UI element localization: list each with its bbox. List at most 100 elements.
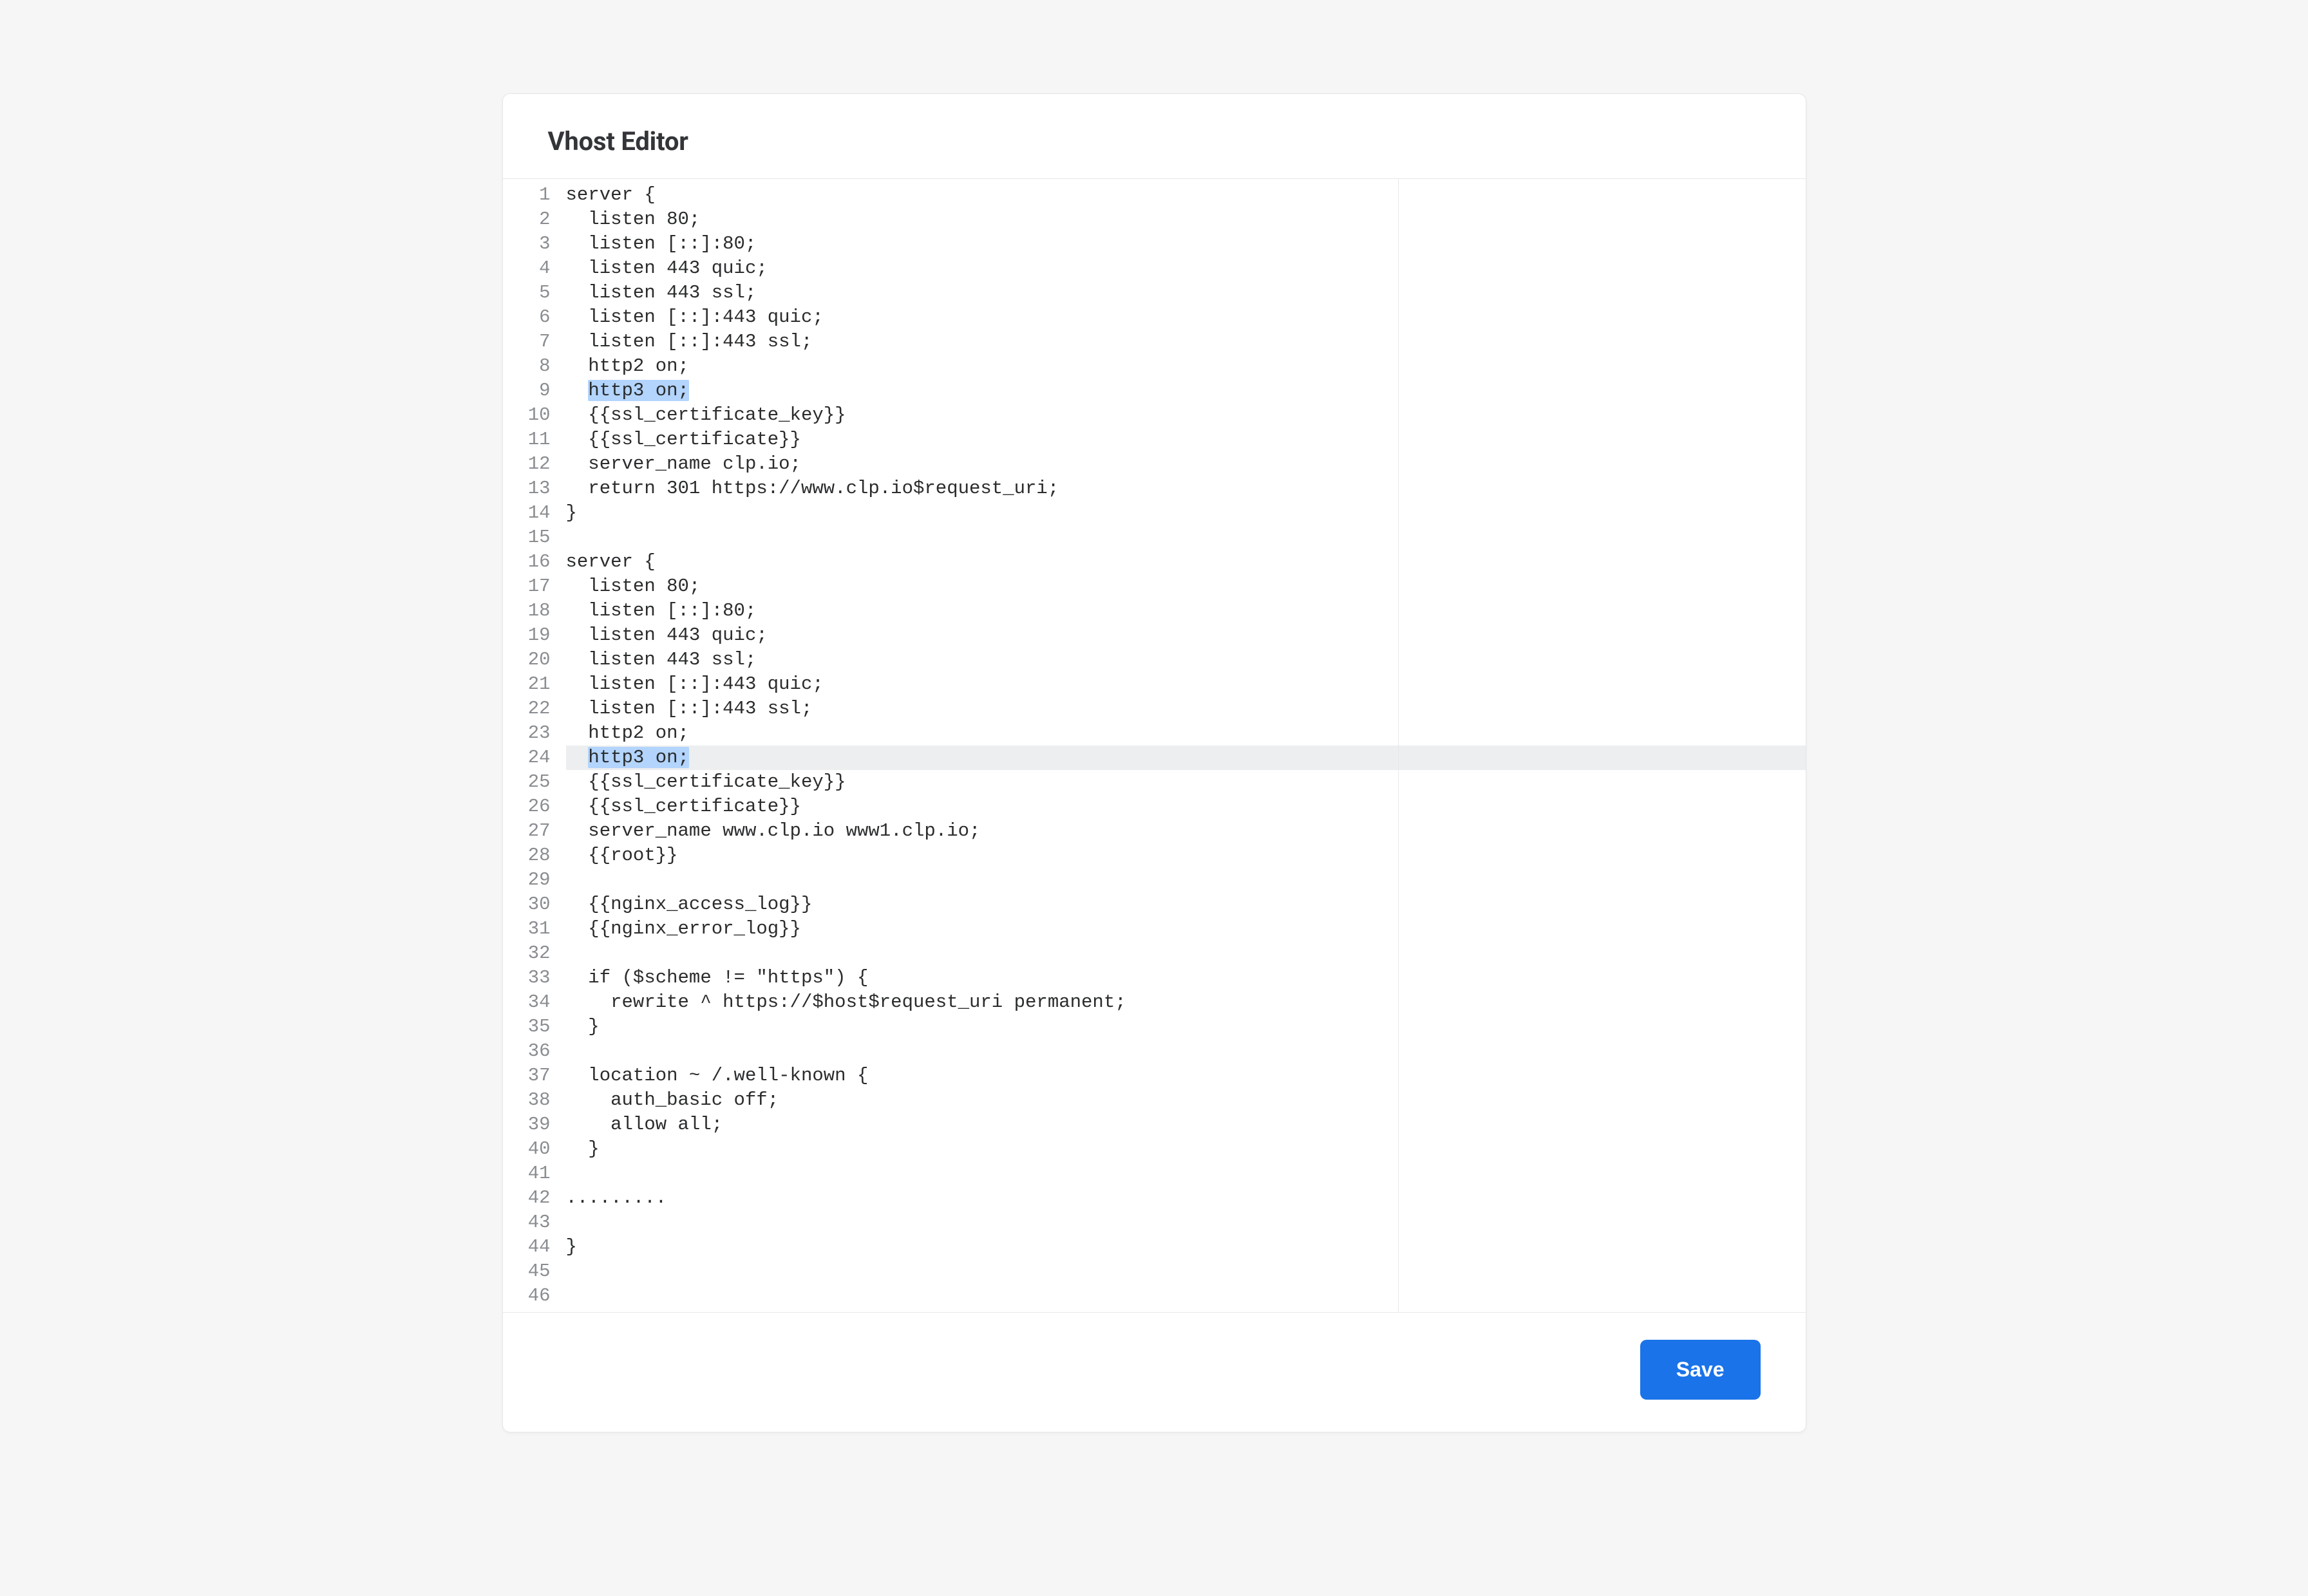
code-line[interactable]: server { bbox=[566, 550, 1806, 574]
code-line[interactable]: if ($scheme != "https") { bbox=[566, 966, 1806, 990]
code-line[interactable]: ......... bbox=[566, 1186, 1806, 1210]
code-line[interactable]: listen 80; bbox=[566, 207, 1806, 232]
code-editor[interactable]: 1234567891011121314151617181920212223242… bbox=[503, 178, 1806, 1313]
line-number: 21 bbox=[503, 672, 551, 697]
line-number: 24 bbox=[503, 746, 551, 770]
code-line[interactable]: {{nginx_error_log}} bbox=[566, 917, 1806, 941]
code-line[interactable]: {{ssl_certificate}} bbox=[566, 427, 1806, 452]
code-line[interactable]: http3 on; bbox=[566, 746, 1806, 770]
line-number: 41 bbox=[503, 1161, 551, 1186]
code-line[interactable] bbox=[566, 1284, 1806, 1308]
code-text: http2 on; bbox=[566, 355, 689, 377]
code-line[interactable]: {{ssl_certificate_key}} bbox=[566, 403, 1806, 427]
line-number: 42 bbox=[503, 1186, 551, 1210]
vhost-editor-card: Vhost Editor 123456789101112131415161718… bbox=[502, 93, 1806, 1432]
line-number: 37 bbox=[503, 1064, 551, 1088]
code-text: server { bbox=[566, 551, 656, 572]
line-number: 40 bbox=[503, 1137, 551, 1161]
code-text: listen 80; bbox=[566, 576, 701, 597]
code-line[interactable] bbox=[566, 1039, 1806, 1064]
code-line[interactable]: location ~ /.well-known { bbox=[566, 1064, 1806, 1088]
line-number: 44 bbox=[503, 1235, 551, 1259]
code-line[interactable]: auth_basic off; bbox=[566, 1088, 1806, 1113]
code-line[interactable]: listen 443 quic; bbox=[566, 623, 1806, 648]
code-text: listen 80; bbox=[566, 209, 701, 230]
line-number: 9 bbox=[503, 379, 551, 403]
save-button[interactable]: Save bbox=[1640, 1340, 1761, 1400]
code-text: http2 on; bbox=[566, 722, 689, 744]
line-number: 30 bbox=[503, 892, 551, 917]
code-line[interactable]: {{root}} bbox=[566, 843, 1806, 868]
code-line[interactable]: } bbox=[566, 1015, 1806, 1039]
code-line[interactable] bbox=[566, 1210, 1806, 1235]
code-text: rewrite ^ https://$host$request_uri perm… bbox=[566, 991, 1126, 1013]
line-number: 45 bbox=[503, 1259, 551, 1284]
code-line[interactable] bbox=[566, 868, 1806, 892]
line-number: 19 bbox=[503, 623, 551, 648]
line-number: 46 bbox=[503, 1284, 551, 1308]
line-number-gutter: 1234567891011121314151617181920212223242… bbox=[503, 179, 558, 1312]
code-text: listen [::]:443 quic; bbox=[566, 673, 824, 695]
line-number: 1 bbox=[503, 183, 551, 207]
line-number: 17 bbox=[503, 574, 551, 599]
code-line[interactable]: allow all; bbox=[566, 1113, 1806, 1137]
line-number: 11 bbox=[503, 427, 551, 452]
code-line[interactable]: } bbox=[566, 501, 1806, 525]
code-line[interactable]: listen [::]:80; bbox=[566, 232, 1806, 256]
code-line[interactable]: } bbox=[566, 1235, 1806, 1259]
code-text: {{nginx_access_log}} bbox=[566, 894, 813, 915]
code-line[interactable]: listen [::]:443 quic; bbox=[566, 305, 1806, 330]
line-number: 25 bbox=[503, 770, 551, 794]
code-line[interactable]: listen [::]:80; bbox=[566, 599, 1806, 623]
code-line[interactable]: listen [::]:443 ssl; bbox=[566, 330, 1806, 354]
code-text: {{root}} bbox=[566, 845, 678, 866]
code-text: server_name www.clp.io www1.clp.io; bbox=[566, 820, 981, 841]
code-line[interactable]: rewrite ^ https://$host$request_uri perm… bbox=[566, 990, 1806, 1015]
code-text: auth_basic off; bbox=[566, 1089, 779, 1111]
code-text: } bbox=[566, 1236, 577, 1257]
code-line[interactable]: return 301 https://www.clp.io$request_ur… bbox=[566, 476, 1806, 501]
code-text: location ~ /.well-known { bbox=[566, 1065, 869, 1086]
selection-highlight: http3 on; bbox=[588, 380, 689, 401]
code-line[interactable]: http3 on; bbox=[566, 379, 1806, 403]
line-number: 6 bbox=[503, 305, 551, 330]
code-line[interactable]: } bbox=[566, 1137, 1806, 1161]
code-line[interactable] bbox=[566, 1259, 1806, 1284]
line-number: 16 bbox=[503, 550, 551, 574]
code-line[interactable]: server_name clp.io; bbox=[566, 452, 1806, 476]
code-line[interactable] bbox=[566, 1161, 1806, 1186]
line-number: 43 bbox=[503, 1210, 551, 1235]
code-line[interactable]: {{ssl_certificate_key}} bbox=[566, 770, 1806, 794]
line-number: 10 bbox=[503, 403, 551, 427]
code-line[interactable]: listen 443 quic; bbox=[566, 256, 1806, 281]
code-line[interactable]: {{nginx_access_log}} bbox=[566, 892, 1806, 917]
line-number: 4 bbox=[503, 256, 551, 281]
code-text: {{ssl_certificate}} bbox=[566, 429, 801, 450]
line-number: 33 bbox=[503, 966, 551, 990]
code-line[interactable]: listen [::]:443 ssl; bbox=[566, 697, 1806, 721]
line-number: 3 bbox=[503, 232, 551, 256]
code-line[interactable]: server_name www.clp.io www1.clp.io; bbox=[566, 819, 1806, 843]
code-line[interactable]: listen 443 ssl; bbox=[566, 648, 1806, 672]
line-number: 36 bbox=[503, 1039, 551, 1064]
code-text: listen 443 ssl; bbox=[566, 282, 757, 303]
line-number: 8 bbox=[503, 354, 551, 379]
code-line[interactable]: server { bbox=[566, 183, 1806, 207]
line-number: 34 bbox=[503, 990, 551, 1015]
code-content[interactable]: server { listen 80; listen [::]:80; list… bbox=[558, 179, 1806, 1312]
code-line[interactable]: listen 80; bbox=[566, 574, 1806, 599]
line-number: 38 bbox=[503, 1088, 551, 1113]
line-number: 39 bbox=[503, 1113, 551, 1137]
code-text: http3 on; bbox=[566, 747, 689, 768]
code-line[interactable]: http2 on; bbox=[566, 354, 1806, 379]
code-line[interactable]: listen [::]:443 quic; bbox=[566, 672, 1806, 697]
code-line[interactable]: {{ssl_certificate}} bbox=[566, 794, 1806, 819]
code-line[interactable] bbox=[566, 525, 1806, 550]
code-line[interactable] bbox=[566, 941, 1806, 966]
line-number: 7 bbox=[503, 330, 551, 354]
code-text: listen [::]:80; bbox=[566, 600, 757, 621]
code-text: allow all; bbox=[566, 1114, 723, 1135]
code-text: listen [::]:443 ssl; bbox=[566, 698, 813, 719]
code-line[interactable]: listen 443 ssl; bbox=[566, 281, 1806, 305]
code-line[interactable]: http2 on; bbox=[566, 721, 1806, 746]
